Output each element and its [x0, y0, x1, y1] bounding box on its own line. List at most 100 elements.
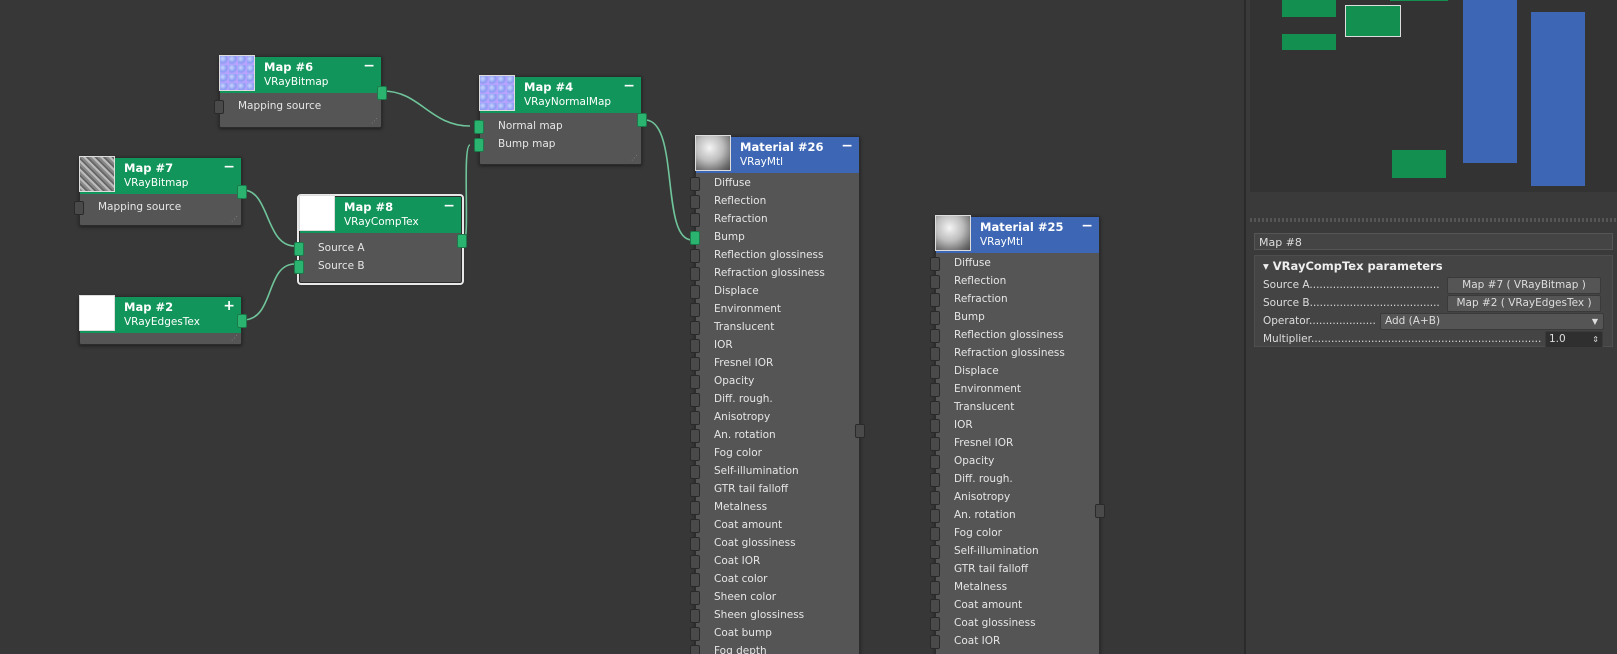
slot-coat-amount[interactable]: Coat amount — [930, 596, 1099, 614]
collapse-button[interactable]: − — [363, 58, 375, 74]
slot-ior[interactable]: IOR — [930, 416, 1099, 434]
input-socket[interactable] — [930, 311, 940, 325]
node-header[interactable]: Map #2 VRayEdgesTex + — [79, 295, 247, 333]
slot-sheen-color[interactable]: Sheen color — [690, 588, 859, 606]
slot-coat-bump[interactable]: Coat bump — [690, 624, 859, 642]
input-socket[interactable] — [690, 357, 700, 371]
slot-ior[interactable]: IOR — [690, 336, 859, 354]
input-socket[interactable] — [690, 429, 700, 443]
collapse-button[interactable]: − — [223, 159, 235, 175]
slot-sheen-glossiness[interactable]: Sheen glossiness — [690, 606, 859, 624]
spinner-arrows-icon[interactable]: ⇕ — [1592, 332, 1599, 347]
slot-refraction-glossiness[interactable]: Refraction glossiness — [690, 264, 859, 282]
input-socket[interactable] — [930, 473, 940, 487]
slot-refraction[interactable]: Refraction — [690, 210, 859, 228]
input-socket[interactable] — [690, 609, 700, 623]
slot-translucent[interactable]: Translucent — [690, 318, 859, 336]
slot-reflection-glossiness[interactable]: Reflection glossiness — [690, 246, 859, 264]
input-socket[interactable] — [930, 581, 940, 595]
slot-fresnel-ior[interactable]: Fresnel IOR — [690, 354, 859, 372]
input-socket[interactable] — [690, 555, 700, 569]
input-socket[interactable] — [930, 383, 940, 397]
slot-coat-color[interactable]: Coat color — [690, 570, 859, 588]
node-map4[interactable]: Map #4 VRayNormalMap − Normal map Bump m… — [474, 75, 647, 165]
input-socket[interactable] — [474, 120, 484, 134]
source-b-button[interactable]: Map #2 ( VRayEdgesTex ) — [1447, 295, 1601, 312]
slot-fog-color[interactable]: Fog color — [690, 444, 859, 462]
slot-displace[interactable]: Displace — [690, 282, 859, 300]
slot-self-illumination[interactable]: Self-illumination — [930, 542, 1099, 560]
input-socket[interactable] — [74, 201, 84, 215]
collapse-button[interactable]: − — [443, 198, 455, 214]
input-socket[interactable] — [690, 519, 700, 533]
node-map6[interactable]: Map #6 VRayBitmap − Mapping source ⋰ — [214, 55, 387, 128]
node-header[interactable]: Material #26 VRayMtl − — [695, 135, 859, 173]
input-socket[interactable] — [690, 303, 700, 317]
input-socket[interactable] — [690, 573, 700, 587]
slot-fresnel-ior[interactable]: Fresnel IOR — [930, 434, 1099, 452]
slot-bump[interactable]: Bump — [690, 228, 859, 246]
resize-grip[interactable]: ⋰ — [631, 154, 638, 162]
input-socket[interactable] — [214, 100, 224, 114]
input-socket[interactable] — [930, 437, 940, 451]
slot-displace[interactable]: Displace — [930, 362, 1099, 380]
slot-coat-ior[interactable]: Coat IOR — [690, 552, 859, 570]
slot-coat-glossiness[interactable]: Coat glossiness — [690, 534, 859, 552]
input-socket[interactable] — [930, 365, 940, 379]
input-socket[interactable] — [690, 411, 700, 425]
slot-fog-color[interactable]: Fog color — [930, 524, 1099, 542]
input-socket[interactable] — [930, 617, 940, 631]
slot-diffuse[interactable]: Diffuse — [930, 254, 1099, 272]
slot-source-a[interactable]: Source A — [294, 239, 461, 257]
slot-reflection-glossiness[interactable]: Reflection glossiness — [930, 326, 1099, 344]
resize-grip[interactable]: ⋰ — [371, 117, 378, 125]
slot-metalness[interactable]: Metalness — [690, 498, 859, 516]
navigator-minimap[interactable] — [1250, 0, 1617, 192]
input-socket[interactable] — [930, 329, 940, 343]
input-socket[interactable] — [690, 375, 700, 389]
resize-grip[interactable]: ⋰ — [231, 215, 238, 223]
slot-opacity[interactable]: Opacity — [930, 452, 1099, 470]
slot-an-rotation[interactable]: An. rotation — [690, 426, 859, 444]
input-socket[interactable] — [930, 419, 940, 433]
input-socket[interactable] — [690, 213, 700, 227]
input-socket[interactable] — [690, 231, 700, 245]
node-header[interactable]: Map #8 VRayCompTex − — [299, 195, 461, 233]
output-socket[interactable] — [1095, 504, 1105, 518]
navigator-splitter[interactable] — [1250, 218, 1617, 222]
rollout-header[interactable]: ▾ VRayCompTex parameters — [1255, 256, 1612, 276]
slot-anisotropy[interactable]: Anisotropy — [690, 408, 859, 426]
input-socket[interactable] — [930, 527, 940, 541]
input-socket[interactable] — [930, 257, 940, 271]
input-socket[interactable] — [930, 293, 940, 307]
node-editor-canvas[interactable]: Map #6 VRayBitmap − Mapping source ⋰ Map… — [0, 0, 1244, 654]
slot-self-illumination[interactable]: Self-illumination — [690, 462, 859, 480]
input-socket[interactable] — [690, 447, 700, 461]
input-socket[interactable] — [690, 501, 700, 515]
slot-metalness[interactable]: Metalness — [930, 578, 1099, 596]
node-header[interactable]: Map #7 VRayBitmap − — [79, 156, 247, 199]
slot-diff-rough[interactable]: Diff. rough. — [690, 390, 859, 408]
slot-translucent[interactable]: Translucent — [930, 398, 1099, 416]
slot-gtr-tail-falloff[interactable]: GTR tail falloff — [690, 480, 859, 498]
source-a-button[interactable]: Map #7 ( VRayBitmap ) — [1447, 277, 1601, 294]
input-socket[interactable] — [930, 455, 940, 469]
collapse-button[interactable]: − — [623, 78, 635, 94]
operator-dropdown[interactable]: Add (A+B) ▼ — [1380, 313, 1604, 330]
input-socket[interactable] — [930, 509, 940, 523]
output-socket[interactable] — [855, 424, 865, 438]
slot-opacity[interactable]: Opacity — [690, 372, 859, 390]
node-material25[interactable]: Material #25 VRayMtl − Diffuse Reflection… — [930, 215, 1105, 654]
slot-coat-ior[interactable]: Coat IOR — [930, 632, 1099, 650]
slot-mapping-source[interactable]: Mapping source — [214, 97, 381, 115]
input-socket[interactable] — [690, 483, 700, 497]
slot-anisotropy[interactable]: Anisotropy — [930, 488, 1099, 506]
slot-reflection[interactable]: Reflection — [690, 192, 859, 210]
input-socket[interactable] — [474, 138, 484, 152]
collapse-button[interactable]: − — [841, 138, 853, 154]
slot-mapping-source[interactable]: Mapping source — [74, 198, 241, 216]
input-socket[interactable] — [294, 260, 304, 274]
input-socket[interactable] — [690, 393, 700, 407]
slot-refraction[interactable]: Refraction — [930, 290, 1099, 308]
node-header[interactable]: Material #25 VRayMtl − — [935, 215, 1099, 253]
